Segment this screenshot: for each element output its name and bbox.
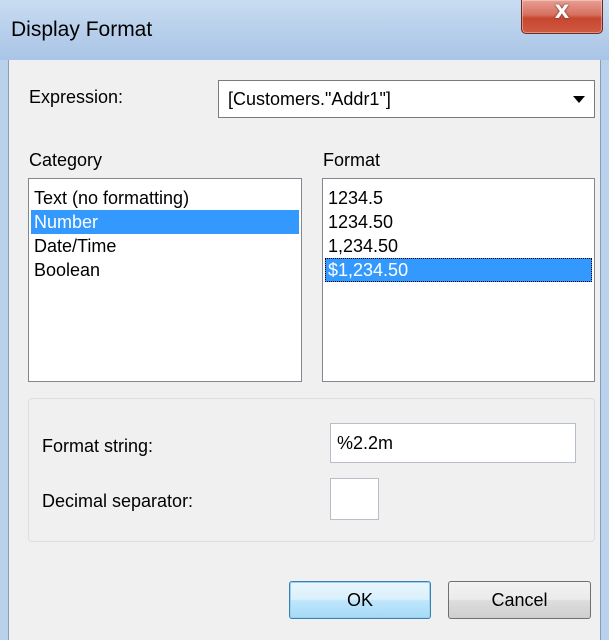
title-bar[interactable]: Display Format X (0, 0, 609, 60)
format-item-2[interactable]: 1234.50 (325, 210, 592, 234)
window-frame-left (0, 60, 8, 640)
category-item-boolean[interactable]: Boolean (31, 258, 299, 282)
decimal-separator-label: Decimal separator: (42, 491, 194, 511)
expression-value: [Customers."Addr1"] (228, 89, 391, 109)
format-item-4[interactable]: $1,234.50 (325, 258, 592, 282)
format-string-value: %2.2m (337, 433, 394, 453)
format-item-3[interactable]: 1,234.50 (325, 234, 592, 258)
cancel-button[interactable]: Cancel (448, 581, 591, 619)
chevron-down-icon[interactable] (573, 96, 585, 103)
window-title: Display Format (11, 18, 153, 41)
format-item-1[interactable]: 1234.5 (325, 186, 592, 210)
format-string-input[interactable]: %2.2m (330, 423, 576, 463)
decimal-separator-input[interactable] (330, 478, 379, 520)
close-icon: X (554, 1, 570, 23)
category-label: Category (29, 150, 103, 170)
ok-button[interactable]: OK (289, 581, 431, 619)
format-options-group (28, 398, 595, 542)
category-item-text[interactable]: Text (no formatting) (31, 186, 299, 210)
category-item-datetime[interactable]: Date/Time (31, 234, 299, 258)
format-listbox[interactable]: 1234.5 1234.50 1,234.50 $1,234.50 (322, 178, 595, 382)
format-label: Format (323, 150, 381, 170)
expression-combobox[interactable]: [Customers."Addr1"] (218, 80, 595, 118)
expression-label: Expression: (29, 87, 124, 107)
display-format-dialog: Display Format X Expression: [Customers.… (0, 0, 609, 640)
window-frame-right (601, 60, 609, 640)
format-string-label: Format string: (42, 436, 154, 456)
category-listbox[interactable]: Text (no formatting) Number Date/Time Bo… (28, 178, 302, 382)
category-item-number[interactable]: Number (31, 210, 299, 234)
close-button[interactable]: X (521, 0, 603, 34)
